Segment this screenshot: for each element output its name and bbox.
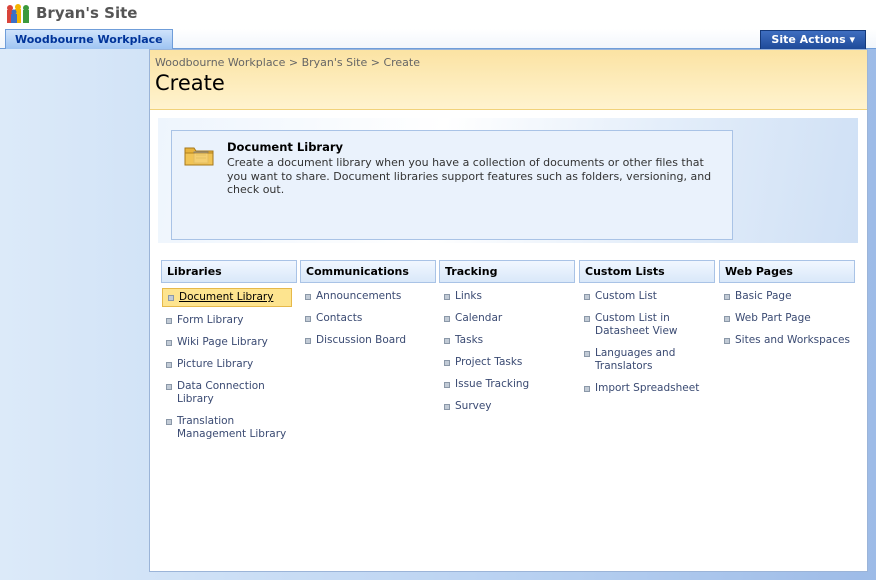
column-libraries: Libraries Document Library Form Library … xyxy=(161,260,297,448)
item-label: Import Spreadsheet xyxy=(595,382,700,394)
bullet-icon xyxy=(168,295,174,301)
item-label: Survey xyxy=(455,400,492,412)
list-item-links[interactable]: Links xyxy=(439,288,575,305)
item-label: Document Library xyxy=(179,291,274,303)
column-heading: Communications xyxy=(300,260,436,283)
item-label: Picture Library xyxy=(177,358,254,370)
list-item-calendar[interactable]: Calendar xyxy=(439,310,575,327)
column-heading: Custom Lists xyxy=(579,260,715,283)
item-label: Basic Page xyxy=(735,290,792,302)
column-custom-lists: Custom Lists Custom List Custom List in … xyxy=(579,260,715,402)
folder-icon xyxy=(184,147,214,166)
list-item-document-library[interactable]: Document Library xyxy=(162,288,292,307)
bullet-icon xyxy=(584,316,590,322)
bullet-icon xyxy=(724,338,730,344)
list-item-announcements[interactable]: Announcements xyxy=(300,288,436,305)
list-item-tasks[interactable]: Tasks xyxy=(439,332,575,349)
tab-woodbourne-workplace[interactable]: Woodbourne Workplace xyxy=(5,29,173,49)
item-label: Project Tasks xyxy=(455,356,523,368)
item-label: Issue Tracking xyxy=(455,378,530,390)
bullet-icon xyxy=(166,362,172,368)
site-actions-button[interactable]: Site Actions ▾ xyxy=(760,30,866,50)
description-box: Document Library Create a document libra… xyxy=(171,130,733,240)
bullet-icon xyxy=(305,316,311,322)
item-label: Languages and Translators xyxy=(595,347,676,372)
list-item-data-connection-library[interactable]: Data Connection Library xyxy=(161,378,297,408)
bullet-icon xyxy=(166,384,172,390)
bullet-icon xyxy=(444,294,450,300)
item-label: Tasks xyxy=(455,334,484,346)
item-label: Web Part Page xyxy=(735,312,811,324)
list-item-project-tasks[interactable]: Project Tasks xyxy=(439,354,575,371)
list-item-languages-translators[interactable]: Languages and Translators xyxy=(579,345,715,375)
bullet-icon xyxy=(724,316,730,322)
column-heading: Tracking xyxy=(439,260,575,283)
list-item-sites-workspaces[interactable]: Sites and Workspaces xyxy=(719,332,855,349)
bullet-icon xyxy=(166,419,172,425)
list-item-issue-tracking[interactable]: Issue Tracking xyxy=(439,376,575,393)
bullet-icon xyxy=(444,338,450,344)
column-communications: Communications Announcements Contacts Di… xyxy=(300,260,436,354)
bullet-icon xyxy=(724,294,730,300)
item-label: Wiki Page Library xyxy=(177,336,268,348)
bullet-icon xyxy=(444,360,450,366)
item-label: Sites and Workspaces xyxy=(735,334,850,346)
description-text: Create a document library when you have … xyxy=(227,156,712,196)
main-content: Woodbourne Workplace > Bryan's Site > Cr… xyxy=(149,49,868,572)
item-label: Translation Management Library xyxy=(177,415,287,440)
list-item-form-library[interactable]: Form Library xyxy=(161,312,297,329)
item-label: Announcements xyxy=(316,290,402,302)
list-item-import-spreadsheet[interactable]: Import Spreadsheet xyxy=(579,380,715,397)
bullet-icon xyxy=(305,338,311,344)
column-web-pages: Web Pages Basic Page Web Part Page Sites… xyxy=(719,260,855,354)
list-item-web-part-page[interactable]: Web Part Page xyxy=(719,310,855,327)
item-label: Custom List xyxy=(595,290,657,302)
bullet-icon xyxy=(584,386,590,392)
description-title: Document Library xyxy=(227,140,344,154)
item-label: Links xyxy=(455,290,482,302)
item-label: Contacts xyxy=(316,312,363,324)
bullet-icon xyxy=(166,318,172,324)
list-item-discussion-board[interactable]: Discussion Board xyxy=(300,332,436,349)
list-item-picture-library[interactable]: Picture Library xyxy=(161,356,297,373)
bullet-icon xyxy=(444,404,450,410)
top-nav-bar: Woodbourne Workplace Site Actions ▾ xyxy=(0,29,876,50)
list-item-custom-list-datasheet[interactable]: Custom List in Datasheet View xyxy=(579,310,715,340)
column-tracking: Tracking Links Calendar Tasks Project Ta… xyxy=(439,260,575,420)
people-logo-icon xyxy=(7,4,29,23)
item-label: Calendar xyxy=(455,312,503,324)
list-item-survey[interactable]: Survey xyxy=(439,398,575,415)
item-label: Form Library xyxy=(177,314,244,326)
list-item-basic-page[interactable]: Basic Page xyxy=(719,288,855,305)
site-title[interactable]: Bryan's Site xyxy=(36,4,137,22)
column-heading: Web Pages xyxy=(719,260,855,283)
item-label: Data Connection Library xyxy=(177,380,265,405)
list-item-contacts[interactable]: Contacts xyxy=(300,310,436,327)
bullet-icon xyxy=(444,382,450,388)
page-title: Create xyxy=(155,71,225,95)
list-item-wiki-page-library[interactable]: Wiki Page Library xyxy=(161,334,297,351)
title-bar: Bryan's Site xyxy=(0,0,876,30)
bullet-icon xyxy=(444,316,450,322)
bullet-icon xyxy=(166,340,172,346)
bullet-icon xyxy=(584,294,590,300)
column-heading: Libraries xyxy=(161,260,297,283)
list-item-translation-management-library[interactable]: Translation Management Library xyxy=(161,413,297,443)
page-header: Woodbourne Workplace > Bryan's Site > Cr… xyxy=(150,50,867,110)
bullet-icon xyxy=(584,351,590,357)
list-item-custom-list[interactable]: Custom List xyxy=(579,288,715,305)
item-label: Discussion Board xyxy=(316,334,407,346)
breadcrumb[interactable]: Woodbourne Workplace > Bryan's Site > Cr… xyxy=(155,56,420,69)
bullet-icon xyxy=(305,294,311,300)
item-label: Custom List in Datasheet View xyxy=(595,312,678,337)
